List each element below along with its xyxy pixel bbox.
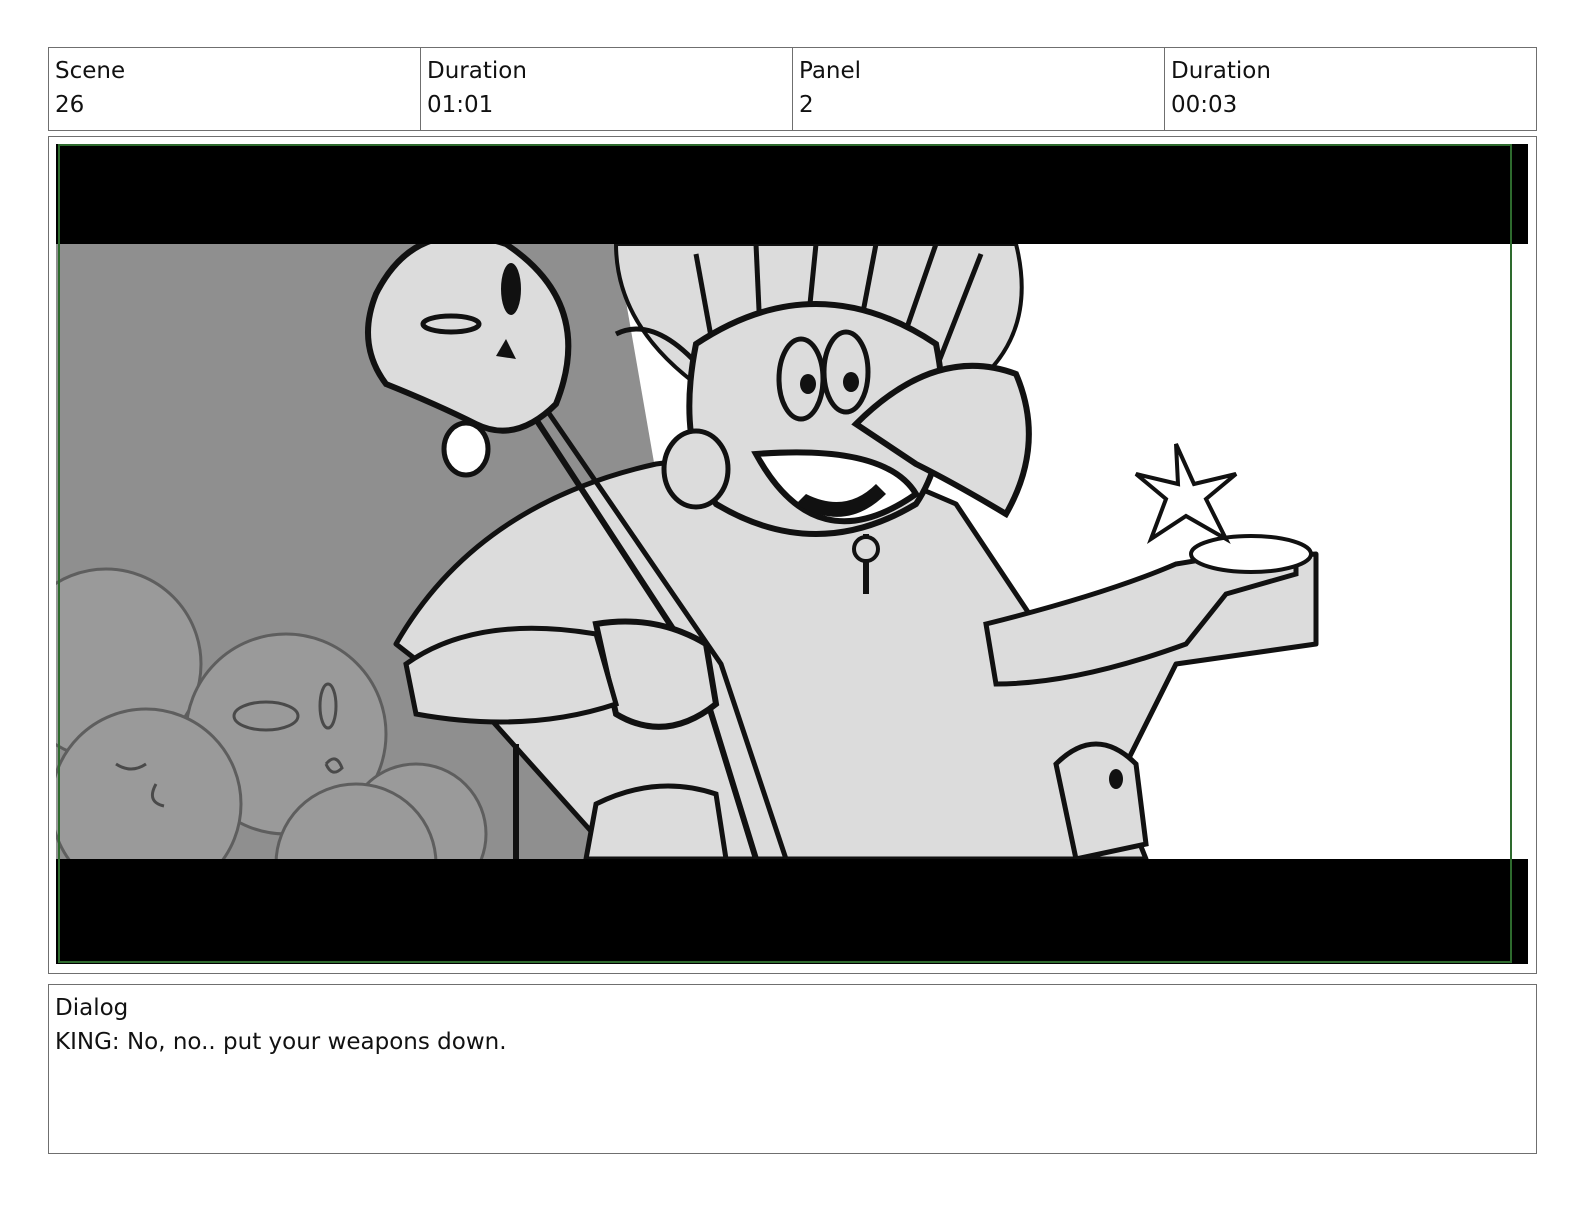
panel-cell: Panel 2 — [793, 48, 1165, 130]
panel-label: Panel — [799, 58, 862, 84]
storyboard-header: Scene 26 Duration 01:01 Panel 2 Duration… — [48, 47, 1537, 131]
panel-value: 2 — [799, 92, 814, 118]
panel-duration-label: Duration — [1171, 58, 1271, 84]
panel-duration-value: 00:03 — [1171, 92, 1238, 118]
scene-duration-label: Duration — [427, 58, 527, 84]
scene-label: Scene — [55, 58, 126, 84]
scene-duration-cell: Duration 01:01 — [421, 48, 793, 130]
panel-duration-cell: Duration 00:03 — [1165, 48, 1536, 130]
dialog-section: Dialog KING: No, no.. put your weapons d… — [48, 984, 1537, 1154]
scene-cell: Scene 26 — [49, 48, 421, 130]
dialog-label: Dialog — [55, 995, 129, 1021]
dialog-text: KING: No, no.. put your weapons down. — [55, 1029, 507, 1055]
scene-duration-value: 01:01 — [427, 92, 494, 118]
panel-sketch-image — [56, 144, 1528, 964]
storyboard-panel — [48, 136, 1537, 974]
scene-value: 26 — [55, 92, 85, 118]
